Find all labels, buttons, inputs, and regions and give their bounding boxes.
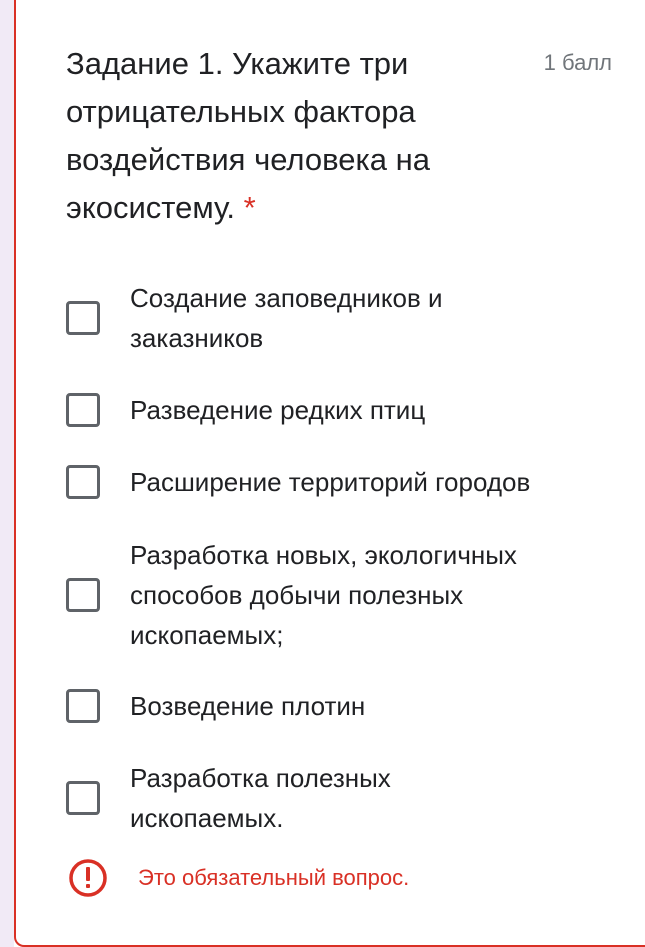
error-message: Это обязательный вопрос. — [138, 865, 410, 890]
option-2[interactable]: Разведение редких птиц — [66, 390, 626, 430]
option-label: Разработка полезных ископаемых. — [130, 763, 391, 833]
option-label: Расширение территорий городов — [130, 467, 531, 497]
question-card: Задание 1. Укажите три отрицательных фак… — [0, 0, 645, 947]
question-title: Задание 1. Укажите три отрицательных фак… — [66, 40, 486, 232]
validation-error: Это обязательный вопрос. — [68, 858, 409, 898]
option-label: Разработка новых, экологичных способов д… — [130, 540, 517, 650]
checkbox[interactable] — [66, 578, 100, 612]
checkbox[interactable] — [66, 781, 100, 815]
option-label: Разведение редких птиц — [130, 395, 426, 425]
checkbox[interactable] — [66, 689, 100, 723]
checkbox[interactable] — [66, 301, 100, 335]
option-4[interactable]: Разработка новых, экологичных способов д… — [66, 535, 626, 655]
option-6[interactable]: Разработка полезных ископаемых. — [66, 758, 626, 838]
points-label: 1 балл — [543, 50, 612, 75]
checkbox[interactable] — [66, 465, 100, 499]
option-1[interactable]: Создание заповедников и заказников — [66, 278, 626, 358]
option-3[interactable]: Расширение территорий городов — [66, 462, 626, 502]
question-card-error-border: Задание 1. Укажите три отрицательных фак… — [14, 0, 645, 947]
option-label: Создание заповедников и заказников — [130, 283, 443, 353]
required-asterisk: * — [243, 190, 256, 225]
option-5[interactable]: Возведение плотин — [66, 686, 626, 726]
option-label: Возведение плотин — [130, 691, 366, 721]
error-icon — [69, 859, 107, 897]
checkbox[interactable] — [66, 393, 100, 427]
